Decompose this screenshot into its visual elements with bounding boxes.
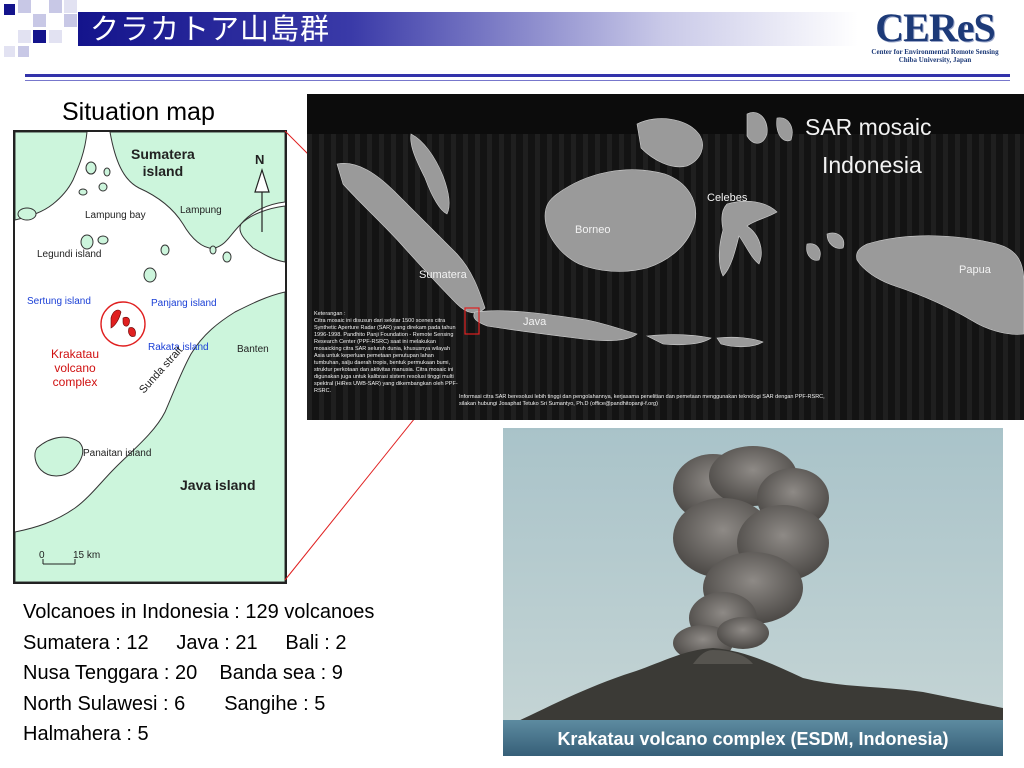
stats-line-halmahera: Halmahera : 5 (23, 723, 149, 745)
sar-notes-right: Informasi citra SAR beresolusi lebih tin… (459, 394, 825, 407)
sar-label-celebes: Celebes (707, 192, 748, 204)
sar-label-java: Java (523, 316, 547, 328)
stats-line-total: Volcanoes in Indonesia : 129 volcanoes (23, 601, 375, 623)
stats-line-sulawesi-sangihe: North Sulawesi : 6 Sangihe : 5 (23, 692, 326, 715)
sar-label-papua: Papua (959, 264, 991, 276)
sar-notes-left: Citra mosaic ini disusun dari sekitar 15… (314, 318, 458, 394)
krakatau-photo: Krakatau volcano complex (ESDM, Indonesi… (503, 428, 1003, 756)
volcano-statistics: Volcanoes in Indonesia : 129 volcanoes S… (23, 597, 374, 750)
sar-notes-heading: Keterangan : (314, 311, 346, 317)
sar-title-line2: Indonesia (822, 152, 922, 178)
photo-caption: Krakatau volcano complex (ESDM, Indonesi… (557, 729, 949, 749)
stats-line-nusa-banda: Nusa Tenggara : 20 Banda sea : 9 (23, 662, 343, 684)
sar-mosaic-image: SAR mosaic Indonesia Borneo Celebes Suma… (307, 94, 1024, 420)
photo-drawing (503, 428, 1003, 756)
stats-line-sumatera-java-bali: Sumatera : 12 Java : 21 Bali : 2 (23, 631, 347, 654)
sar-label-borneo: Borneo (575, 224, 611, 236)
sar-label-sumatera: Sumatera (419, 269, 467, 281)
sar-title-line1: SAR mosaic (805, 114, 932, 140)
